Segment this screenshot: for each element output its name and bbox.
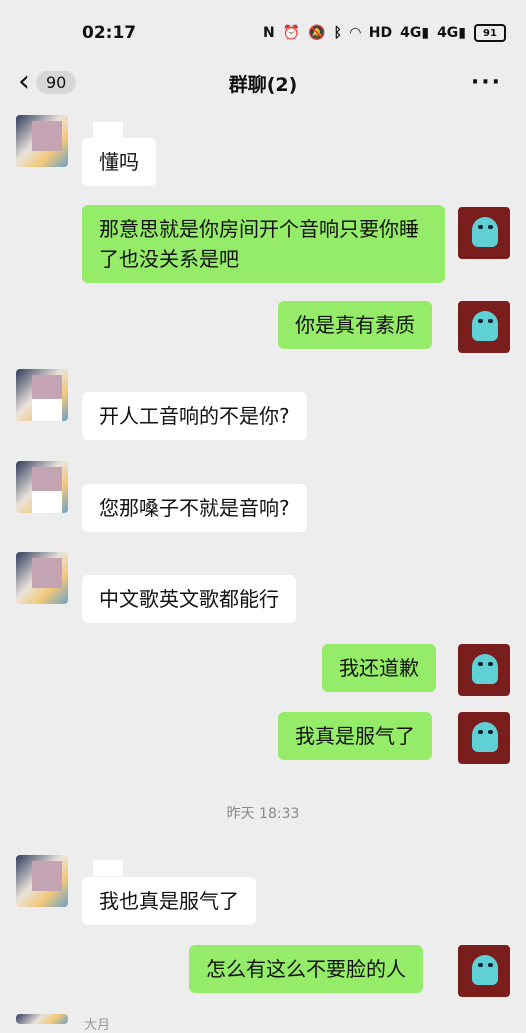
message-bubble-left[interactable]: 您那嗓子不就是音响? [82, 484, 307, 532]
nfc-icon: N [263, 25, 275, 41]
mute-icon: 🔕 [308, 25, 326, 41]
message-bubble-left[interactable]: 开人工音响的不是你? [82, 392, 307, 440]
more-icon[interactable]: ··· [471, 70, 502, 95]
message-bubble-left[interactable]: 懂吗 [82, 138, 156, 186]
message-timestamp: 昨天 18:33 [226, 806, 300, 822]
alarm-icon: ⏰ [282, 25, 301, 41]
message-bubble-right[interactable]: 你是真有素质 [278, 301, 432, 349]
chat-header: ‹ 90 群聊(2) ··· [0, 62, 526, 102]
status-time: 02:17 [82, 23, 137, 43]
avatar[interactable] [16, 855, 68, 907]
message-bubble-right[interactable]: 怎么有这么不要脸的人 [189, 945, 423, 993]
hd-icon: HD [368, 25, 393, 41]
avatar[interactable] [16, 552, 68, 604]
nickname-redacted [93, 122, 123, 138]
message-bubble-right[interactable]: 我真是服气了 [278, 712, 432, 760]
signal-4g-icon: 4G▮ [400, 25, 430, 41]
status-bar: 02:17 N ⏰ 🔕 ᛒ ◠ HD 4G▮ 4G▮ 91 [0, 0, 526, 62]
battery-icon: 91 [474, 24, 506, 42]
bluetooth-icon: ᛒ [333, 25, 342, 41]
avatar[interactable] [16, 1014, 68, 1024]
avatar[interactable] [16, 369, 68, 421]
nickname-redacted [93, 860, 123, 876]
message-bubble-right[interactable]: 那意思就是你房间开个音响只要你睡了也没关系是吧 [82, 205, 445, 283]
message-bubble-left[interactable]: 中文歌英文歌都能行 [82, 575, 296, 623]
avatar[interactable] [16, 115, 68, 167]
avatar[interactable] [458, 644, 510, 696]
message-bubble-right[interactable]: 我还道歉 [322, 644, 436, 692]
signal-4g-icon: 4G▮ [437, 25, 466, 41]
chat-title: 群聊(2) [228, 74, 298, 96]
status-icons: N ⏰ 🔕 ᛒ ◠ HD 4G▮ 4G▮ 91 [263, 22, 506, 44]
message-bubble-left[interactable]: 我也真是服气了 [82, 877, 256, 925]
avatar[interactable] [458, 945, 510, 997]
avatar[interactable] [458, 207, 510, 259]
avatar[interactable] [16, 461, 68, 513]
avatar[interactable] [458, 712, 510, 764]
avatar[interactable] [458, 301, 510, 353]
wifi-icon: ◠ [350, 25, 361, 41]
